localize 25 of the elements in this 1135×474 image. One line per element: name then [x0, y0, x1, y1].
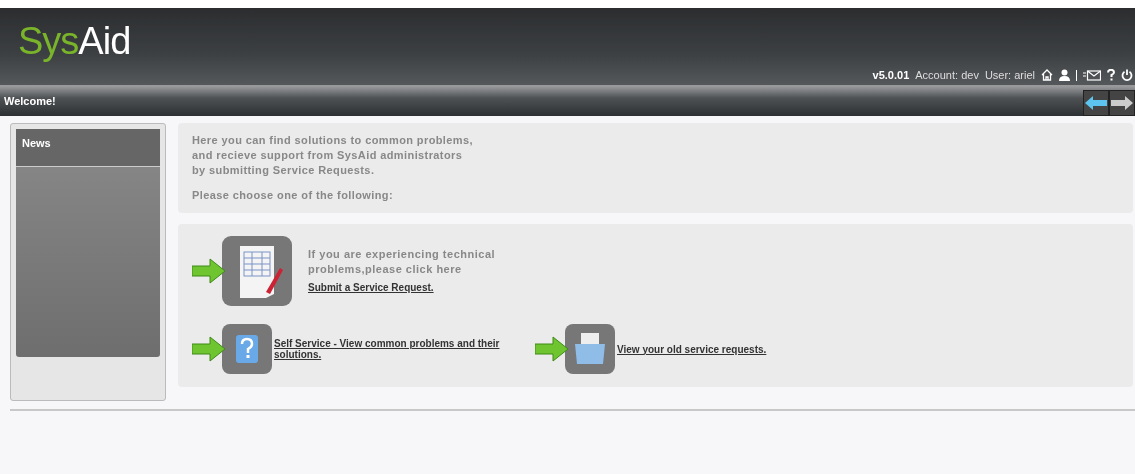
intro-text: Here you can find solutions to common problems, and recieve support from SysAid administrators by submitting Service Requests. [192, 133, 474, 178]
back-button[interactable] [1083, 90, 1109, 116]
version-label: v5.0.01 [872, 69, 910, 81]
home-icon[interactable] [1041, 69, 1053, 81]
power-icon[interactable] [1121, 69, 1133, 81]
self-service-link[interactable]: Self Service - View common problems and their solutions. [274, 338, 519, 360]
page-title: Welcome! [3, 95, 56, 107]
form-icon[interactable] [222, 236, 292, 306]
option-description: If you are experiencing technical problems,please click here [308, 247, 496, 277]
submit-request-link[interactable]: Submit a Service Request. [308, 282, 434, 293]
account-label: Account: dev [915, 69, 979, 81]
arrow-icon [192, 258, 226, 284]
prompt-text: Please choose one of the following: [192, 188, 395, 203]
logo: SysAid [17, 20, 131, 64]
arrow-icon [535, 336, 569, 362]
forward-button[interactable] [1109, 90, 1135, 116]
history-link[interactable]: View your old service requests. [617, 343, 767, 355]
mail-icon[interactable] [1083, 69, 1101, 81]
user-label: User: ariel [984, 69, 1035, 81]
folder-icon[interactable] [565, 324, 615, 374]
help-icon[interactable] [1107, 69, 1115, 81]
user-icon[interactable] [1059, 69, 1070, 81]
question-icon[interactable] [222, 324, 272, 374]
arrow-icon [192, 336, 226, 362]
news-header: News [16, 129, 160, 167]
